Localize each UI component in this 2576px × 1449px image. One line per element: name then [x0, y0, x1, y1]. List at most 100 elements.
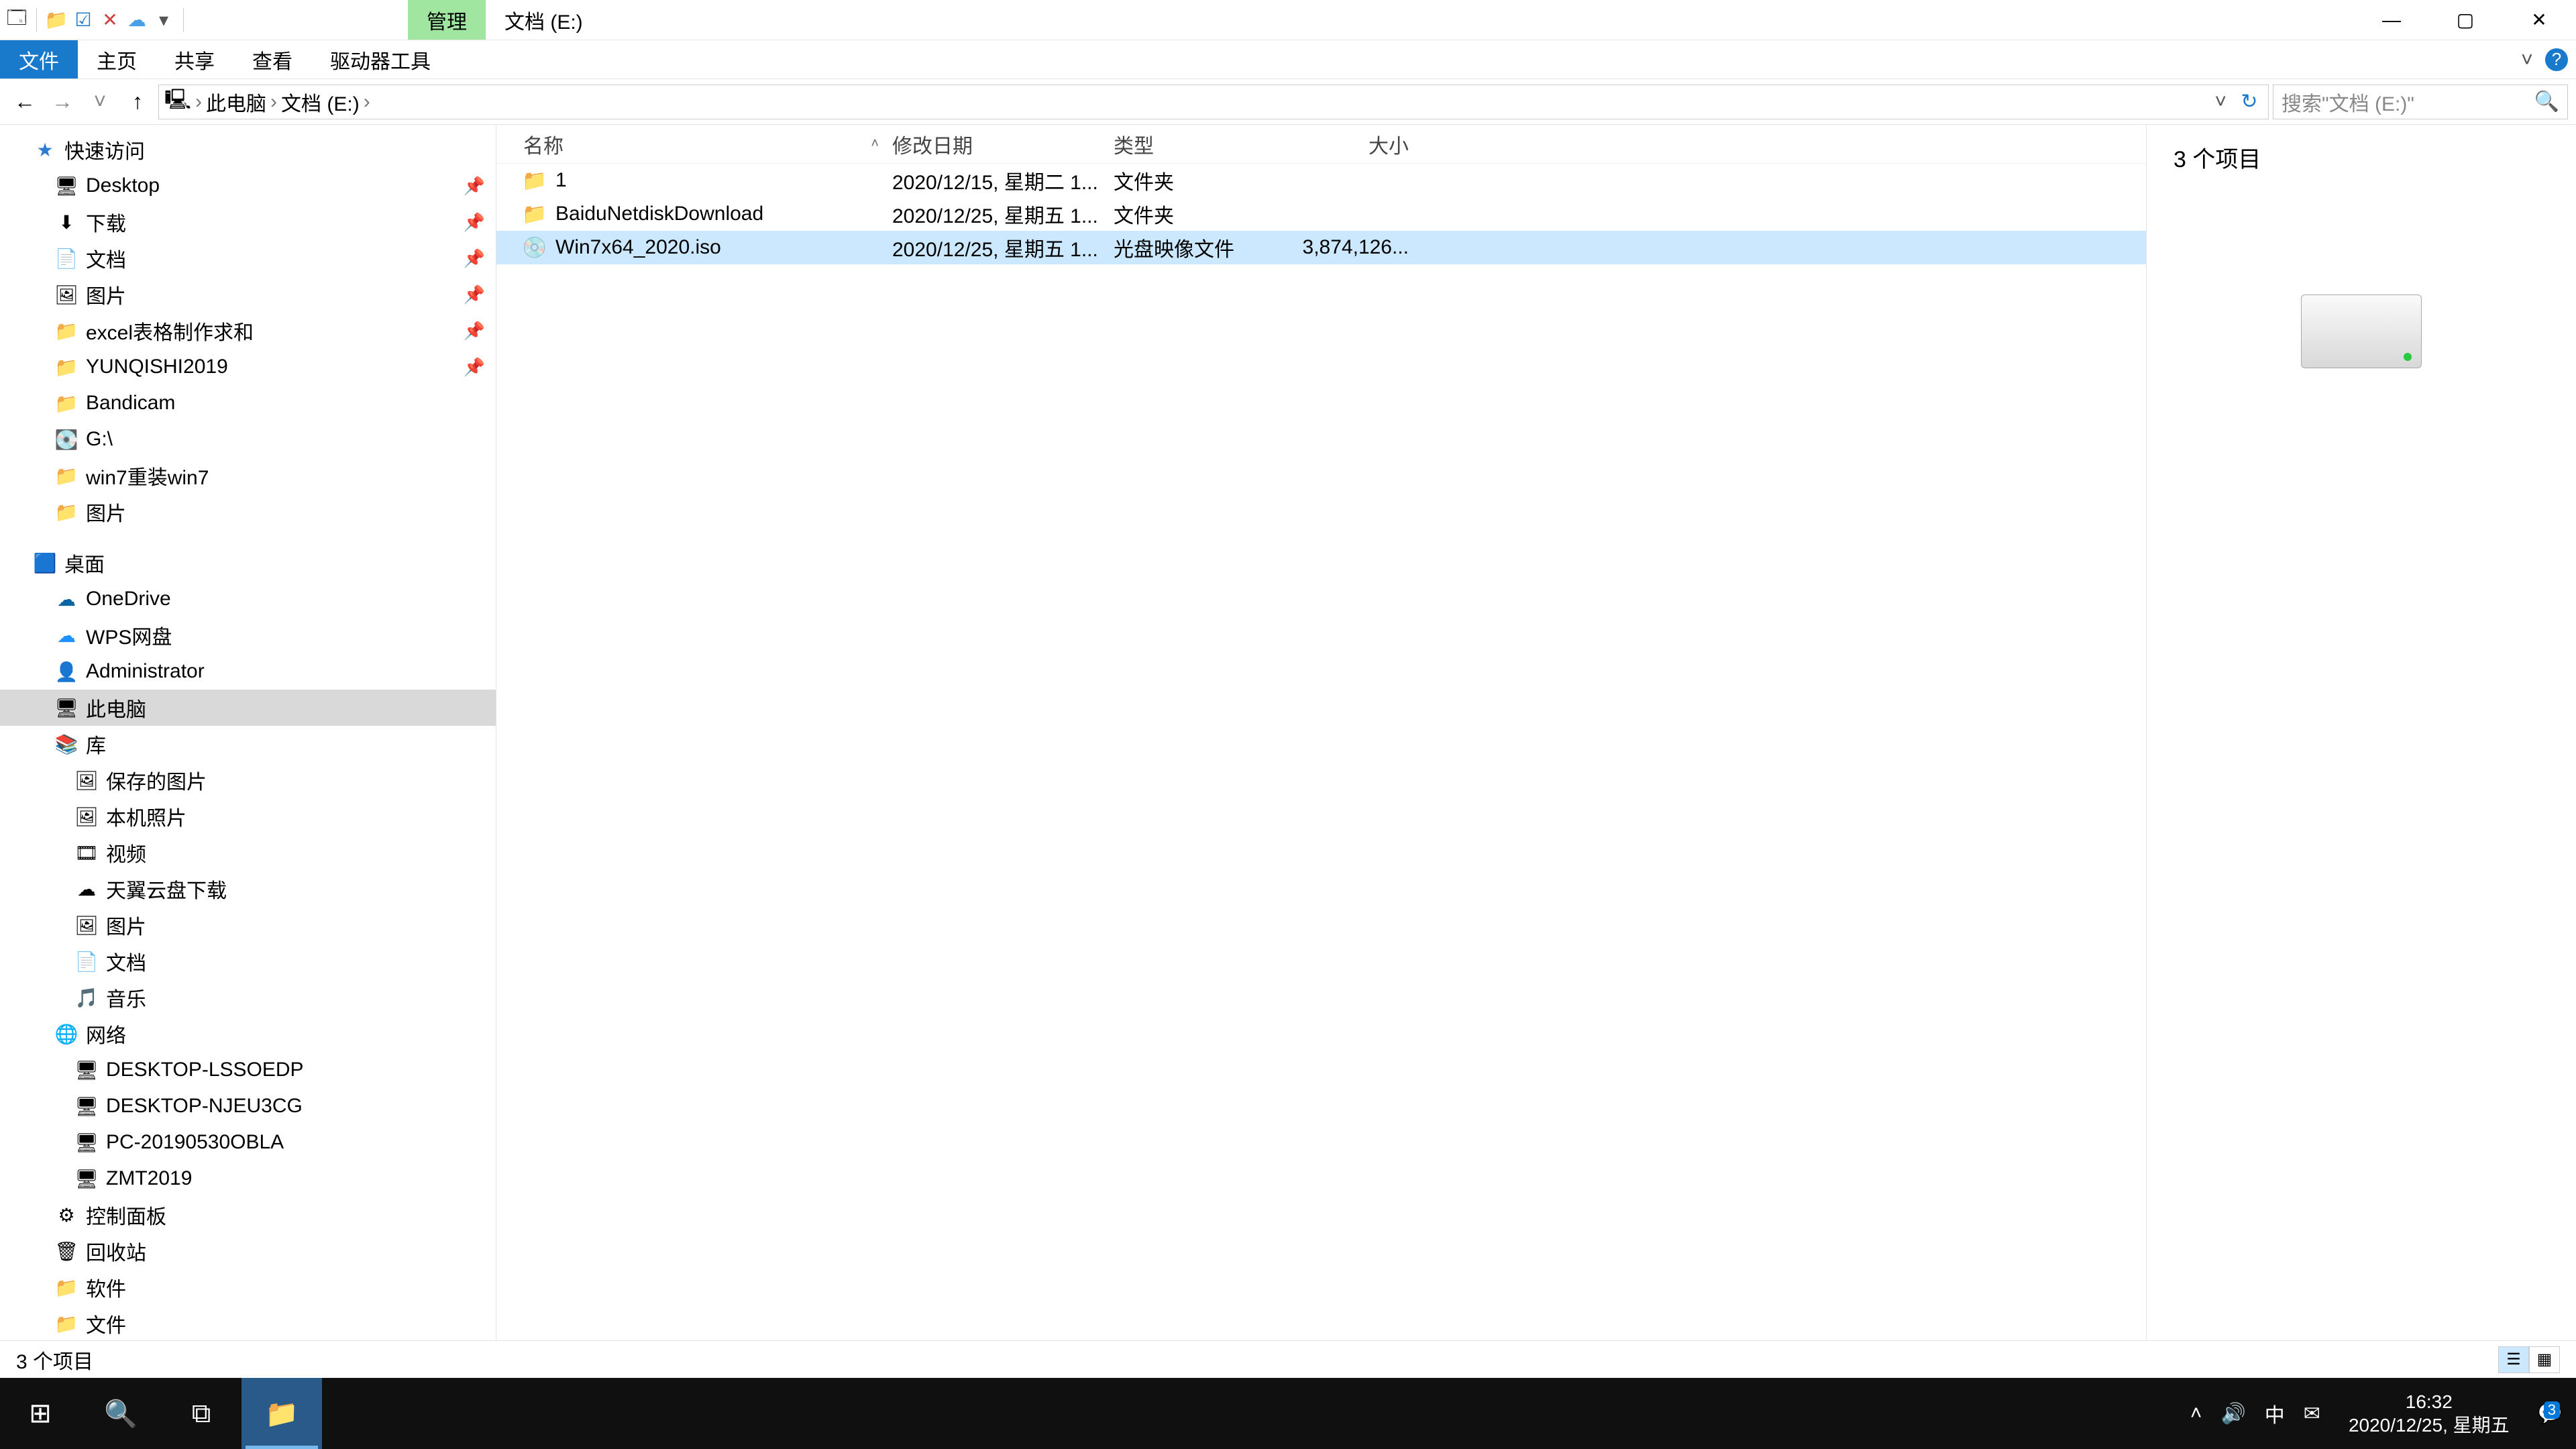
chevron-right-icon[interactable]: ›: [270, 91, 277, 113]
folder-icon: 📁: [55, 1313, 78, 1335]
tree-item[interactable]: 📁 文件: [0, 1305, 496, 1340]
view-toggle: ☰ ▦: [2498, 1346, 2560, 1373]
checkbox-icon[interactable]: ☑: [72, 9, 95, 32]
ribbon-tab-drive-tools[interactable]: 驱动器工具: [311, 40, 449, 78]
volume-icon[interactable]: 🔊: [2220, 1402, 2245, 1426]
chevron-right-icon[interactable]: ›: [364, 91, 370, 113]
action-center-icon[interactable]: 💬3: [2538, 1402, 2563, 1426]
explorer-body: ★ 快速访问 🖥Desktop📌 ⬇下载📌 📄文档📌 🖼图片📌 📁excel表格…: [0, 125, 2576, 1340]
help-icon[interactable]: ?: [2545, 48, 2568, 71]
details-view-button[interactable]: ☰: [2498, 1346, 2529, 1373]
taskbar-clock[interactable]: 16:32 2020/12/25, 星期五: [2339, 1390, 2519, 1437]
ribbon-expand-icon[interactable]: ˅: [2521, 48, 2533, 72]
tree-item[interactable]: 🖼图片: [0, 907, 496, 943]
close-icon[interactable]: ✕: [99, 9, 121, 32]
tree-libraries[interactable]: 📚库: [0, 726, 496, 762]
tree-label: Bandicam: [86, 392, 175, 415]
search-input[interactable]: 搜索"文档 (E:)" 🔍: [2273, 85, 2568, 119]
column-size[interactable]: 大小: [1288, 129, 1422, 159]
tree-recycle-bin[interactable]: 🗑回收站: [0, 1233, 496, 1269]
tree-item[interactable]: 🖼本机照片: [0, 798, 496, 835]
cloud-icon[interactable]: ☁: [125, 9, 148, 32]
ribbon-tab-view[interactable]: 查看: [233, 40, 311, 78]
tree-label: 文件: [86, 1309, 126, 1338]
nav-tree[interactable]: ★ 快速访问 🖥Desktop📌 ⬇下载📌 📄文档📌 🖼图片📌 📁excel表格…: [0, 125, 496, 1340]
tree-item[interactable]: 📁图片: [0, 494, 496, 530]
tree-item[interactable]: 👤Administrator: [0, 653, 496, 690]
file-row[interactable]: 💿Win7x64_2020.iso 2020/12/25, 星期五 1... 光…: [496, 231, 2146, 264]
tree-desktop[interactable]: 🟦桌面: [0, 545, 496, 581]
tree-item[interactable]: 📄文档📌: [0, 240, 496, 276]
ribbon-tab-share[interactable]: 共享: [156, 40, 233, 78]
tree-item[interactable]: 🖥Desktop📌: [0, 168, 496, 204]
download-icon: ⬇: [55, 211, 78, 233]
tree-item[interactable]: ☁WPS网盘: [0, 617, 496, 653]
tree-item[interactable]: ☁天翼云盘下载: [0, 871, 496, 907]
tree-item[interactable]: 🎵音乐: [0, 979, 496, 1016]
ime-icon[interactable]: 中: [2265, 1399, 2285, 1428]
tree-item[interactable]: 🎞视频: [0, 835, 496, 871]
tree-control-panel[interactable]: ⚙控制面板: [0, 1197, 496, 1233]
tree-item[interactable]: 📄文档: [0, 943, 496, 979]
tree-this-pc[interactable]: 🖥此电脑: [0, 690, 496, 726]
file-row[interactable]: 📁BaiduNetdiskDownload 2020/12/25, 星期五 1.…: [496, 197, 2146, 231]
taskbar-search-button[interactable]: 🔍: [80, 1378, 161, 1449]
file-type: 文件夹: [1114, 166, 1288, 195]
address-bar[interactable]: 🖳 › 此电脑 › 文档 (E:) › ˅ ↻: [158, 85, 2269, 119]
nav-back-button[interactable]: ←: [8, 85, 42, 119]
tree-item[interactable]: 🖥ZMT2019: [0, 1161, 496, 1197]
nav-up-button[interactable]: ↑: [121, 85, 154, 119]
maximize-button[interactable]: ▢: [2428, 0, 2502, 40]
tree-label: WPS网盘: [86, 621, 172, 650]
tree-item[interactable]: 🖥DESKTOP-NJEU3CG: [0, 1088, 496, 1124]
start-button[interactable]: ⊞: [0, 1378, 80, 1449]
file-row[interactable]: 📁1 2020/12/15, 星期二 1... 文件夹: [496, 164, 2146, 197]
column-type[interactable]: 类型: [1114, 129, 1288, 159]
tree-item[interactable]: ☁OneDrive: [0, 581, 496, 617]
tree-item[interactable]: 🖼保存的图片: [0, 762, 496, 798]
tree-label: Desktop: [86, 174, 160, 197]
mail-icon[interactable]: ✉: [2304, 1402, 2320, 1426]
tree-item[interactable]: 📁win7重装win7: [0, 458, 496, 494]
tree-item[interactable]: 📁软件: [0, 1269, 496, 1305]
ribbon-tab-file[interactable]: 文件: [0, 40, 78, 78]
tree-quick-access[interactable]: ★ 快速访问: [0, 131, 496, 168]
tree-label: 图片: [86, 497, 126, 527]
tree-item[interactable]: ⬇下载📌: [0, 204, 496, 240]
tray-overflow-icon[interactable]: ˄: [2190, 1402, 2202, 1425]
icons-view-button[interactable]: ▦: [2529, 1346, 2560, 1373]
breadcrumb-this-pc[interactable]: 此电脑: [206, 87, 266, 117]
qat-dropdown-icon[interactable]: ▾: [152, 9, 175, 32]
column-name[interactable]: 名称˄: [496, 129, 892, 159]
column-date[interactable]: 修改日期: [892, 129, 1114, 159]
tree-label: 软件: [86, 1273, 126, 1302]
pin-icon: 📌: [464, 212, 485, 233]
tree-item[interactable]: 📁YUNQISHI2019📌: [0, 349, 496, 385]
ribbon-tab-home[interactable]: 主页: [78, 40, 156, 78]
tree-label: 图片: [106, 910, 146, 940]
ribbon-context-tab[interactable]: 管理: [408, 0, 486, 40]
tree-item[interactable]: 🖥PC-20190530OBLA: [0, 1124, 496, 1161]
tree-item[interactable]: 🖼图片📌: [0, 276, 496, 313]
breadcrumb-drive[interactable]: 文档 (E:): [281, 87, 360, 117]
task-view-button[interactable]: ⧉: [161, 1378, 241, 1449]
tree-label: 视频: [106, 838, 146, 867]
refresh-icon[interactable]: ↻: [2236, 90, 2263, 113]
tree-item[interactable]: 📁Bandicam: [0, 385, 496, 421]
chevron-right-icon[interactable]: ›: [195, 91, 202, 113]
pin-icon: 📌: [464, 248, 485, 269]
address-dropdown-icon[interactable]: ˅: [2209, 91, 2232, 113]
minimize-button[interactable]: —: [2355, 0, 2428, 40]
close-button[interactable]: ✕: [2502, 0, 2576, 40]
nav-recent-button[interactable]: ˅: [83, 85, 117, 119]
tree-label: win7重装win7: [86, 461, 209, 490]
nav-forward-button[interactable]: →: [46, 85, 79, 119]
tree-item[interactable]: 💽G:\: [0, 421, 496, 458]
taskbar-explorer-button[interactable]: 📁: [241, 1378, 322, 1449]
folder-icon[interactable]: 📁: [45, 9, 68, 32]
tree-item[interactable]: 📁excel表格制作求和📌: [0, 313, 496, 349]
tree-item[interactable]: 🖥DESKTOP-LSSOEDP: [0, 1052, 496, 1088]
drive-icon: [2301, 294, 2422, 368]
search-icon[interactable]: 🔍: [2534, 90, 2559, 113]
tree-network[interactable]: 🌐网络: [0, 1016, 496, 1052]
